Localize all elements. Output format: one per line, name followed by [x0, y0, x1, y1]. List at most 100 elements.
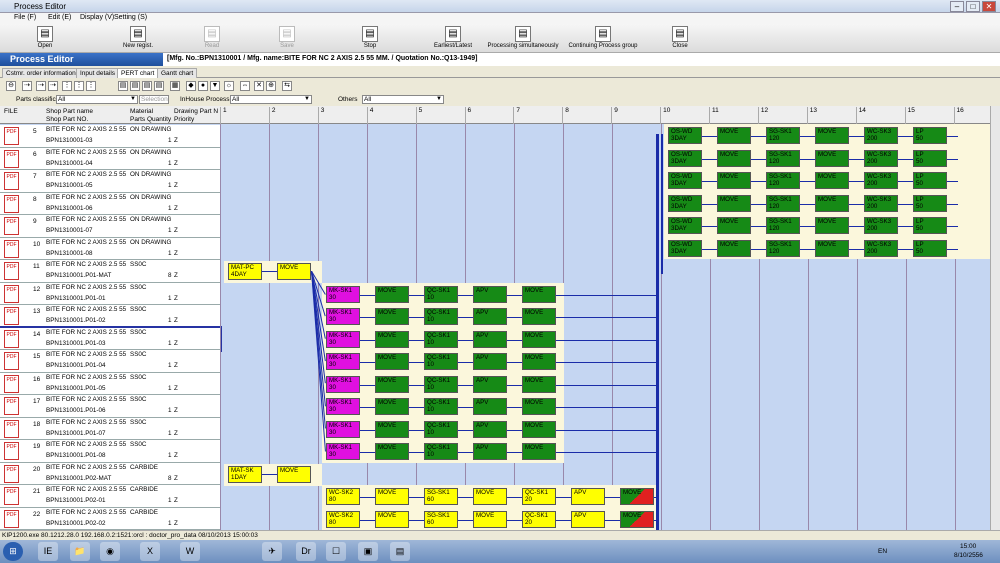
process-node[interactable]: MOVE: [375, 443, 409, 460]
process-node[interactable]: MAT-PC 4DAY: [228, 263, 262, 280]
table-row[interactable]: PDF 16 BITE FOR NC 2 AXIS 2.5 55 BPN1310001…: [0, 372, 220, 395]
table-row[interactable]: PDF 18 BITE FOR NC 2 AXIS 2.5 55 BPN1310001…: [0, 417, 220, 440]
inhouse-process-select[interactable]: All ▼: [230, 95, 312, 104]
chart-tool-icon[interactable]: ⇢: [48, 81, 58, 91]
pdf-file-icon[interactable]: PDF: [4, 217, 19, 235]
pdf-file-icon[interactable]: PDF: [4, 149, 19, 168]
process-node[interactable]: APV: [571, 510, 605, 528]
process-node[interactable]: MOVE: [473, 510, 507, 528]
tab-0[interactable]: Cstmr. order information: [2, 68, 80, 78]
process-node[interactable]: MOVE: [815, 217, 849, 234]
table-row[interactable]: PDF 21 BITE FOR NC 2 AXIS 2.5 55 BPN1310001…: [0, 485, 220, 508]
chart-tool-icon[interactable]: ⇢: [22, 81, 32, 91]
pdf-file-icon[interactable]: PDF: [4, 329, 19, 348]
process-node[interactable]: MOVE: [375, 510, 409, 528]
process-node[interactable]: MOVE: [522, 285, 556, 303]
process-node[interactable]: LP 50: [913, 127, 947, 144]
process-node[interactable]: MOVE: [375, 330, 409, 348]
process-node[interactable]: MOVE: [815, 172, 849, 189]
selection-button[interactable]: Selection: [139, 95, 169, 104]
stopbutton[interactable]: ▤ Stop: [350, 25, 390, 52]
process-node[interactable]: MK-SK1 30: [326, 308, 360, 325]
chart-tool-icon[interactable]: ⇢: [36, 81, 46, 91]
taskbar-app-icon[interactable]: ▣: [358, 542, 378, 561]
pdf-file-icon[interactable]: PDF: [4, 464, 19, 483]
process-node[interactable]: MOVE: [717, 127, 751, 144]
table-row[interactable]: PDF 17 BITE FOR NC 2 AXIS 2.5 55 BPN1310001…: [0, 395, 220, 418]
process-node[interactable]: WC-SK3 200: [864, 127, 898, 144]
process-node[interactable]: MK-SK1 30: [326, 420, 360, 438]
process-node[interactable]: MOVE: [620, 488, 654, 505]
process-node[interactable]: WC-SK2 80: [326, 510, 360, 528]
process-node[interactable]: QC-SK1 20: [522, 510, 556, 528]
tab-2[interactable]: PERT chart: [117, 68, 159, 78]
process-node[interactable]: MOVE: [277, 263, 311, 280]
chart-tool-icon[interactable]: ⊕: [266, 81, 276, 91]
pdf-file-icon[interactable]: PDF: [4, 442, 19, 460]
process-node[interactable]: MOVE: [815, 194, 849, 212]
process-node[interactable]: OS-WD 3DAY: [668, 239, 702, 257]
process-node[interactable]: SG-SK1 60: [424, 510, 458, 528]
process-node[interactable]: LP 50: [913, 239, 947, 257]
chart-tool-icon[interactable]: ▼: [210, 81, 220, 91]
process-node[interactable]: APV: [473, 398, 507, 415]
chart-tool-icon[interactable]: ▤: [154, 81, 164, 91]
table-row[interactable]: PDF 15 BITE FOR NC 2 AXIS 2.5 55 BPN1310001…: [0, 350, 220, 373]
vertical-scrollbar[interactable]: [990, 106, 1000, 530]
close-window-button[interactable]: ✕: [982, 1, 996, 12]
process-node[interactable]: MOVE: [815, 239, 849, 257]
continuing-process-groupbutton[interactable]: ▤ Continuing Process group: [558, 25, 648, 52]
chart-tool-icon[interactable]: ⇔: [240, 81, 250, 91]
process-node[interactable]: MOVE: [522, 308, 556, 325]
process-node[interactable]: MOVE: [375, 308, 409, 325]
taskbar-app-icon[interactable]: ▤: [390, 542, 410, 561]
process-node[interactable]: MOVE: [522, 375, 556, 393]
process-node[interactable]: APV: [571, 488, 605, 505]
process-node[interactable]: WC-SK3 200: [864, 194, 898, 212]
table-row[interactable]: PDF 19 BITE FOR NC 2 AXIS 2.5 55 BPN1310001…: [0, 440, 220, 463]
table-row[interactable]: PDF 5 BITE FOR NC 2 AXIS 2.5 55 BPN1310001-…: [0, 125, 220, 148]
process-node[interactable]: SG-SK1 120: [766, 194, 800, 212]
pdf-file-icon[interactable]: PDF: [4, 509, 19, 528]
process-node[interactable]: MOVE: [375, 353, 409, 370]
table-row[interactable]: PDF 11 BITE FOR NC 2 AXIS 2.5 55 BPN1310001…: [0, 260, 220, 283]
openbutton[interactable]: ▤ Open: [30, 25, 60, 52]
process-node[interactable]: APV: [473, 375, 507, 393]
process-node[interactable]: MOVE: [717, 217, 751, 234]
process-node[interactable]: APV: [473, 308, 507, 325]
process-node[interactable]: WC-SK3 200: [864, 217, 898, 234]
pdf-file-icon[interactable]: PDF: [4, 397, 19, 415]
process-node[interactable]: OS-WD 3DAY: [668, 194, 702, 212]
process-node[interactable]: OS-WD 3DAY: [668, 149, 702, 167]
chart-tool-icon[interactable]: ⋮: [62, 81, 72, 91]
pdf-file-icon[interactable]: PDF: [4, 127, 19, 145]
process-node[interactable]: MOVE: [375, 375, 409, 393]
process-node[interactable]: QC-SK1 10: [424, 308, 458, 325]
process-node[interactable]: MOVE: [717, 172, 751, 189]
process-node[interactable]: QC-SK1 20: [522, 488, 556, 505]
pdf-file-icon[interactable]: PDF: [4, 374, 19, 393]
table-row[interactable]: PDF 13 BITE FOR NC 2 AXIS 2.5 55 BPN1310001…: [0, 305, 220, 328]
process-node[interactable]: LP 50: [913, 172, 947, 189]
process-node[interactable]: QC-SK1 10: [424, 285, 458, 303]
process-node[interactable]: MOVE: [473, 488, 507, 505]
chart-tool-icon[interactable]: ▤: [130, 81, 140, 91]
process-node[interactable]: MOVE: [375, 420, 409, 438]
table-row[interactable]: PDF 14 BITE FOR NC 2 AXIS 2.5 55 BPN1310001…: [0, 325, 222, 352]
table-row[interactable]: PDF 12 BITE FOR NC 2 AXIS 2.5 55 BPN1310001…: [0, 282, 220, 305]
process-node[interactable]: MK-SK1 30: [326, 353, 360, 370]
process-node[interactable]: WC-SK3 200: [864, 239, 898, 257]
chart-tool-icon[interactable]: ▤: [142, 81, 152, 91]
taskbar-app-icon[interactable]: ◉: [100, 542, 120, 561]
process-node[interactable]: MK-SK1 30: [326, 330, 360, 348]
process-node[interactable]: APV: [473, 353, 507, 370]
process-node[interactable]: QC-SK1 10: [424, 398, 458, 415]
process-node[interactable]: OS-WD 3DAY: [668, 172, 702, 189]
process-node[interactable]: MOVE: [522, 330, 556, 348]
process-node[interactable]: MOVE: [717, 194, 751, 212]
process-node[interactable]: MOVE: [375, 285, 409, 303]
process-node[interactable]: QC-SK1 10: [424, 353, 458, 370]
pdf-file-icon[interactable]: PDF: [4, 487, 19, 505]
process-node[interactable]: WC-SK3 200: [864, 172, 898, 189]
process-node[interactable]: SG-SK1 120: [766, 149, 800, 167]
